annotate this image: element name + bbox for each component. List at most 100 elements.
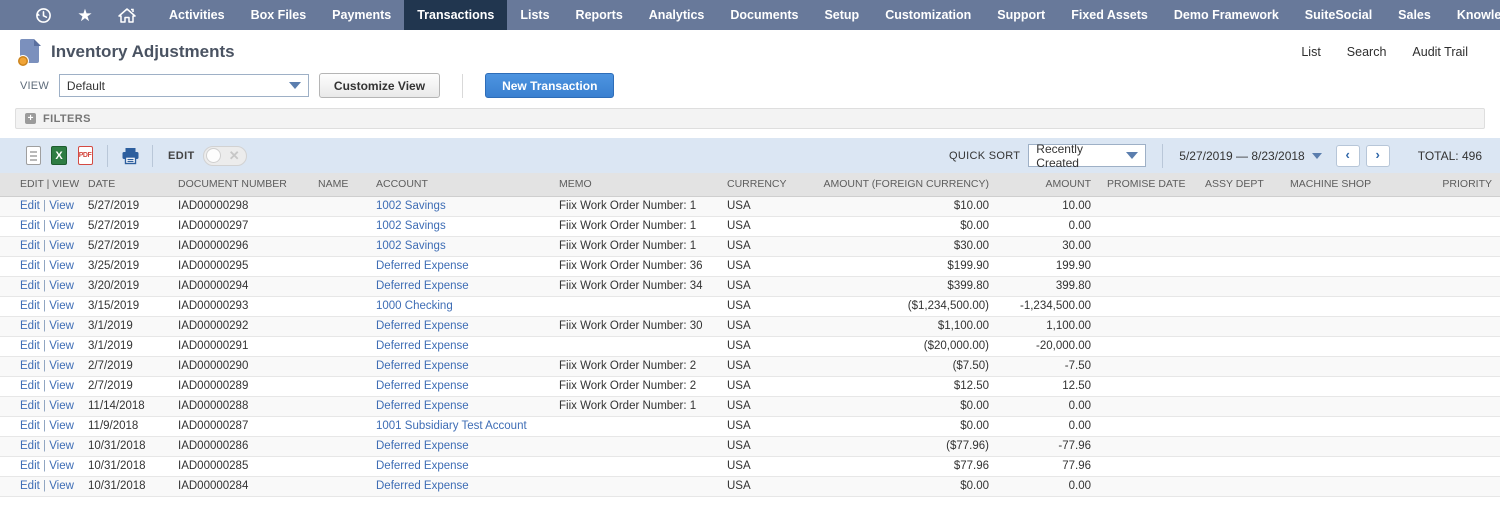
account-link[interactable]: 1001 Subsidiary Test Account: [376, 420, 527, 432]
quick-sort-select[interactable]: Recently Created: [1028, 144, 1146, 167]
account-link[interactable]: Deferred Expense: [376, 280, 469, 292]
nav-item-setup[interactable]: Setup: [811, 0, 872, 30]
col-promise-date[interactable]: PROMISE DATE: [1099, 173, 1197, 196]
home-icon[interactable]: [106, 0, 148, 30]
view-link[interactable]: View: [49, 460, 74, 472]
nav-item-suitesocial[interactable]: SuiteSocial: [1292, 0, 1385, 30]
edit-link[interactable]: Edit: [20, 480, 40, 492]
view-link[interactable]: View: [49, 320, 74, 332]
nav-item-lists[interactable]: Lists: [507, 0, 562, 30]
col-name[interactable]: NAME: [310, 173, 368, 196]
link-separator: |: [40, 300, 49, 312]
col-account[interactable]: ACCOUNT: [368, 173, 551, 196]
cell-memo: Fiix Work Order Number: 1: [551, 236, 719, 256]
view-link[interactable]: View: [49, 420, 74, 432]
col-currency[interactable]: CURRENCY: [719, 173, 797, 196]
nav-item-activities[interactable]: Activities: [156, 0, 238, 30]
list-link[interactable]: List: [1301, 45, 1320, 59]
account-link[interactable]: Deferred Expense: [376, 400, 469, 412]
account-link[interactable]: 1000 Checking: [376, 300, 453, 312]
col-priority[interactable]: PRIORITY: [1402, 173, 1500, 196]
new-transaction-button[interactable]: New Transaction: [485, 73, 614, 98]
next-page-button[interactable]: ›: [1366, 145, 1390, 167]
account-link[interactable]: Deferred Expense: [376, 460, 469, 472]
excel-export-icon[interactable]: X: [46, 144, 72, 168]
edit-link[interactable]: Edit: [20, 320, 40, 332]
nav-item-documents[interactable]: Documents: [717, 0, 811, 30]
col-document-number[interactable]: DOCUMENT NUMBER: [170, 173, 310, 196]
nav-item-box-files[interactable]: Box Files: [238, 0, 320, 30]
view-link[interactable]: View: [49, 400, 74, 412]
edit-link[interactable]: Edit: [20, 220, 40, 232]
nav-item-demo-framework[interactable]: Demo Framework: [1161, 0, 1292, 30]
cell-amount: 0.00: [997, 396, 1099, 416]
print-icon[interactable]: [117, 144, 143, 168]
edit-link[interactable]: Edit: [20, 440, 40, 452]
view-link[interactable]: View: [49, 240, 74, 252]
edit-link[interactable]: Edit: [20, 340, 40, 352]
recent-records-icon[interactable]: [22, 0, 64, 30]
nav-item-analytics[interactable]: Analytics: [636, 0, 718, 30]
edit-link[interactable]: Edit: [20, 400, 40, 412]
view-link[interactable]: View: [49, 480, 74, 492]
nav-item-fixed-assets[interactable]: Fixed Assets: [1058, 0, 1161, 30]
cell-amount-foreign: $0.00: [797, 416, 997, 436]
account-link[interactable]: Deferred Expense: [376, 380, 469, 392]
edit-link[interactable]: Edit: [20, 380, 40, 392]
account-link[interactable]: 1002 Savings: [376, 200, 446, 212]
edit-link[interactable]: Edit: [20, 240, 40, 252]
edit-link[interactable]: Edit: [20, 420, 40, 432]
edit-link[interactable]: Edit: [20, 200, 40, 212]
account-link[interactable]: 1002 Savings: [376, 220, 446, 232]
view-link[interactable]: View: [49, 440, 74, 452]
col-date[interactable]: DATE: [80, 173, 170, 196]
nav-item-payments[interactable]: Payments: [319, 0, 404, 30]
col-assy-dept[interactable]: ASSY DEPT: [1197, 173, 1282, 196]
pdf-export-icon[interactable]: PDF: [72, 144, 98, 168]
edit-toggle[interactable]: ✕: [203, 146, 247, 166]
account-link[interactable]: Deferred Expense: [376, 320, 469, 332]
view-link[interactable]: View: [49, 200, 74, 212]
edit-link[interactable]: Edit: [20, 260, 40, 272]
audit-trail-link[interactable]: Audit Trail: [1412, 45, 1468, 59]
customize-view-button[interactable]: Customize View: [319, 73, 440, 98]
previous-page-button[interactable]: ‹: [1336, 145, 1360, 167]
account-link[interactable]: Deferred Expense: [376, 480, 469, 492]
view-link[interactable]: View: [49, 220, 74, 232]
nav-item-customization[interactable]: Customization: [872, 0, 984, 30]
nav-item-knowledge-base[interactable]: Knowledge Base: [1444, 0, 1500, 30]
col-machine-shop[interactable]: MACHINE SHOP: [1282, 173, 1402, 196]
account-link[interactable]: Deferred Expense: [376, 360, 469, 372]
nav-item-sales[interactable]: Sales: [1385, 0, 1444, 30]
filters-bar[interactable]: + FILTERS: [15, 108, 1485, 129]
view-link[interactable]: View: [49, 260, 74, 272]
view-link[interactable]: View: [49, 340, 74, 352]
nav-item-transactions[interactable]: Transactions: [404, 0, 507, 30]
search-link[interactable]: Search: [1347, 45, 1387, 59]
edit-link[interactable]: Edit: [20, 280, 40, 292]
account-link[interactable]: Deferred Expense: [376, 260, 469, 272]
col-amount[interactable]: AMOUNT: [997, 173, 1099, 196]
cell-machine-shop: [1282, 456, 1402, 476]
expand-filters-icon[interactable]: +: [25, 113, 36, 124]
account-link[interactable]: 1002 Savings: [376, 240, 446, 252]
col-amount-foreign[interactable]: AMOUNT (FOREIGN CURRENCY): [797, 173, 997, 196]
edit-link[interactable]: Edit: [20, 460, 40, 472]
nav-item-reports[interactable]: Reports: [563, 0, 636, 30]
edit-link[interactable]: Edit: [20, 300, 40, 312]
cell-account: Deferred Expense: [368, 356, 551, 376]
edit-link[interactable]: Edit: [20, 360, 40, 372]
account-link[interactable]: Deferred Expense: [376, 440, 469, 452]
view-link[interactable]: View: [49, 300, 74, 312]
csv-export-icon[interactable]: [20, 144, 46, 168]
col-memo[interactable]: MEMO: [551, 173, 719, 196]
view-link[interactable]: View: [49, 280, 74, 292]
view-link[interactable]: View: [49, 380, 74, 392]
nav-item-support[interactable]: Support: [984, 0, 1058, 30]
shortcuts-star-icon[interactable]: ★: [64, 0, 106, 30]
account-link[interactable]: Deferred Expense: [376, 340, 469, 352]
view-link[interactable]: View: [49, 360, 74, 372]
date-range-selector[interactable]: 5/27/2019 — 8/23/2018: [1179, 149, 1321, 163]
total-count: TOTAL: 496: [1418, 149, 1482, 163]
view-select[interactable]: Default: [59, 74, 309, 97]
